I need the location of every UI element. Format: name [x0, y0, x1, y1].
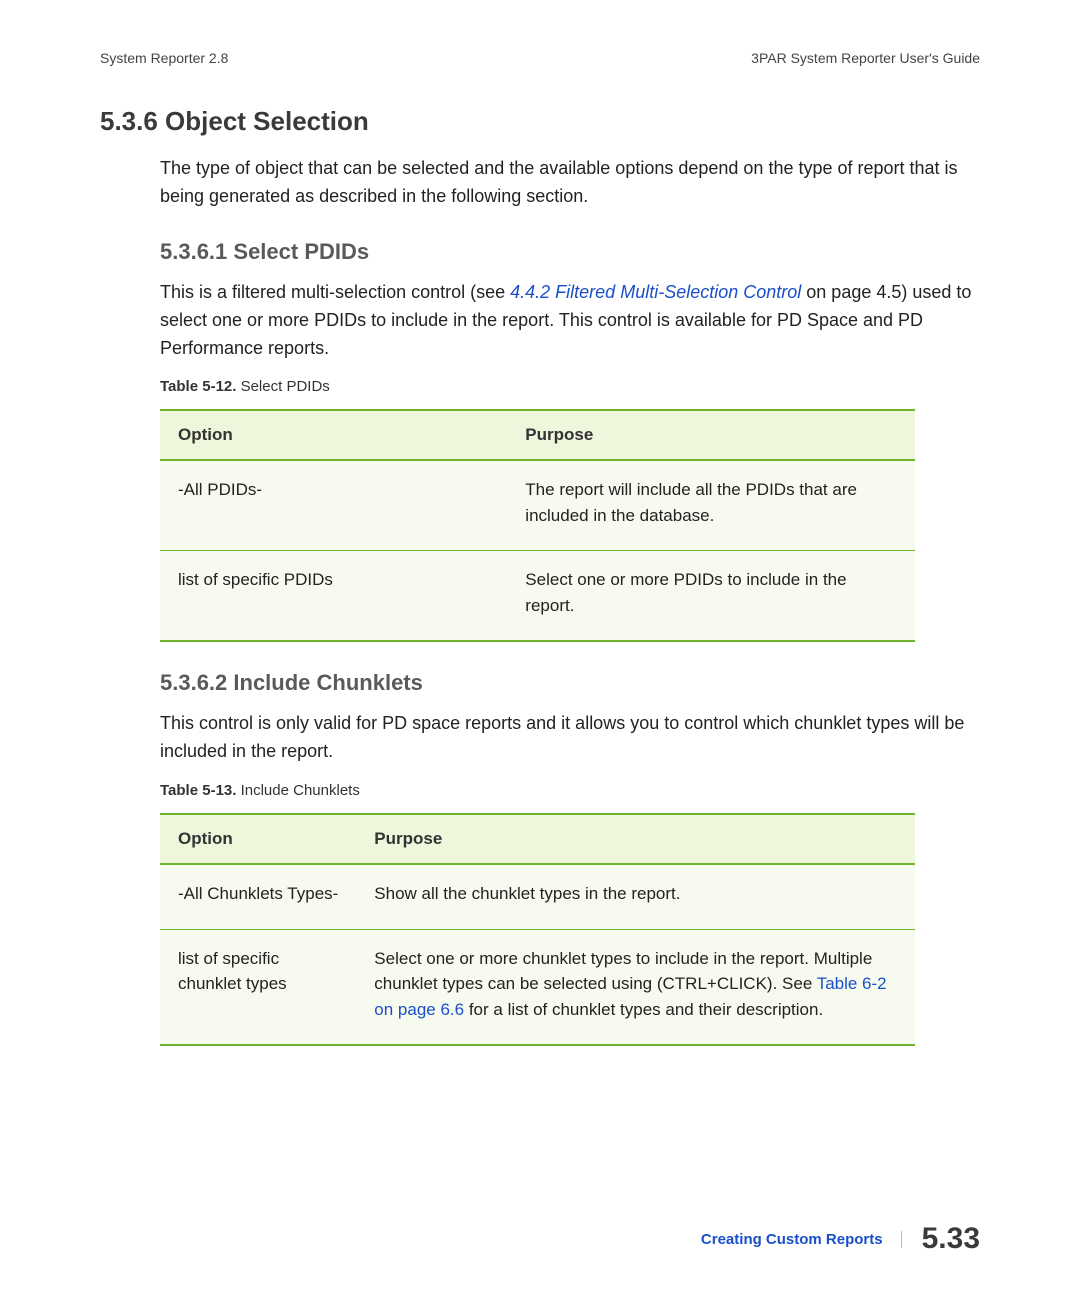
sub2-intro: This control is only valid for PD space …: [100, 710, 980, 766]
col-option: Option: [160, 814, 356, 864]
table-caption-1: Table 5-12. Select PDIDs: [100, 378, 980, 395]
table-caption-2-rest: Include Chunklets: [236, 782, 359, 799]
footer-chapter: Creating Custom Reports: [701, 1231, 902, 1248]
cell-purpose: The report will include all the PDIDs th…: [507, 460, 915, 551]
cell-purpose: Show all the chunklet types in the repor…: [356, 864, 915, 929]
running-header: System Reporter 2.8 3PAR System Reporter…: [100, 50, 980, 66]
table-row: -All PDIDs- The report will include all …: [160, 460, 915, 551]
table-caption-2: Table 5-13. Include Chunklets: [100, 782, 980, 799]
cross-reference-link[interactable]: 4.4.2 Filtered Multi-Selection Control: [510, 282, 801, 302]
sub1-text: This is a filtered multi-selection contr…: [100, 279, 980, 363]
page-footer: Creating Custom Reports 5.33: [701, 1222, 980, 1256]
table-header-row: Option Purpose: [160, 410, 915, 460]
section-intro: The type of object that can be selected …: [100, 155, 980, 211]
col-purpose: Purpose: [507, 410, 915, 460]
sub1-text-before: This is a filtered multi-selection contr…: [160, 282, 510, 302]
cell-purpose-after: for a list of chunklet types and their d…: [464, 1000, 823, 1019]
section-heading: 5.3.6 Object Selection: [100, 106, 980, 137]
cell-purpose-before: Select one or more chunklet types to inc…: [374, 949, 872, 994]
table-row: list of specific PDIDs Select one or mor…: [160, 551, 915, 642]
document-page: System Reporter 2.8 3PAR System Reporter…: [0, 0, 1080, 1296]
header-left: System Reporter 2.8: [100, 50, 228, 66]
cell-option: list of specific chunklet types: [160, 929, 356, 1045]
table-caption-2-bold: Table 5-13.: [160, 782, 236, 799]
table-header-row: Option Purpose: [160, 814, 915, 864]
header-right: 3PAR System Reporter User's Guide: [751, 50, 980, 66]
cell-option: -All Chunklets Types-: [160, 864, 356, 929]
table-include-chunklets: Option Purpose -All Chunklets Types- Sho…: [160, 813, 915, 1046]
table-caption-1-bold: Table 5-12.: [160, 378, 236, 395]
col-option: Option: [160, 410, 507, 460]
table-caption-1-rest: Select PDIDs: [236, 378, 329, 395]
cell-purpose: Select one or more chunklet types to inc…: [356, 929, 915, 1045]
cell-option: list of specific PDIDs: [160, 551, 507, 642]
table-row: -All Chunklets Types- Show all the chunk…: [160, 864, 915, 929]
cell-option: -All PDIDs-: [160, 460, 507, 551]
subsection-heading-2: 5.3.6.2 Include Chunklets: [100, 670, 980, 696]
cell-purpose: Select one or more PDIDs to include in t…: [507, 551, 915, 642]
table-select-pdids: Option Purpose -All PDIDs- The report wi…: [160, 409, 915, 642]
subsection-heading-1: 5.3.6.1 Select PDIDs: [100, 239, 980, 265]
footer-page-number: 5.33: [922, 1222, 980, 1256]
table-row: list of specific chunklet types Select o…: [160, 929, 915, 1045]
col-purpose: Purpose: [356, 814, 915, 864]
